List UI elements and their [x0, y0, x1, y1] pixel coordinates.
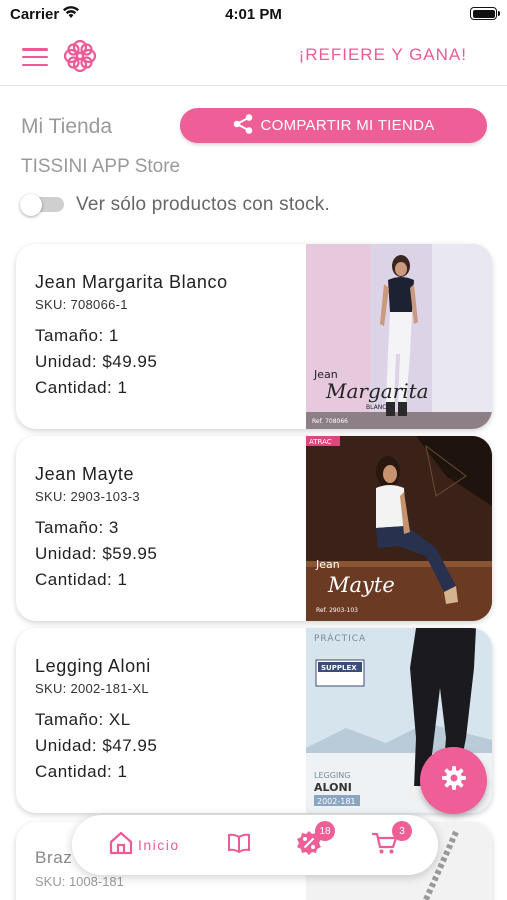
product-card[interactable]: Jean Mayte SKU: 2903-103-3 Tamaño: 3 Uni… — [16, 436, 492, 621]
product-image[interactable]: ATRAC Jean Mayte Ref. 2903-103 — [306, 436, 492, 621]
share-icon — [232, 113, 254, 139]
product-sku: SKU: 2002-181-XL — [35, 681, 149, 696]
settings-fab-button[interactable] — [420, 747, 487, 814]
product-sku: SKU: 1008-181 — [35, 874, 124, 889]
product-sku: SKU: 2903-103-3 — [35, 489, 140, 504]
product-name: Braz — [35, 848, 73, 867]
nav-cart[interactable]: 3 — [371, 815, 412, 875]
product-info: Legging Aloni SKU: 2002-181-XL Tamaño: X… — [35, 656, 305, 782]
image-ref: Ref. 2903-103 — [316, 607, 358, 614]
nav-promotions[interactable]: 18 — [296, 815, 335, 875]
store-subtitle: TISSINI APP Store — [21, 156, 181, 177]
app-header: ¡REFIERE Y GANA! — [0, 30, 507, 86]
product-sku: SKU: 708066-1 — [35, 297, 128, 312]
home-icon — [108, 831, 134, 860]
product-info: Jean Mayte SKU: 2903-103-3 Tamaño: 3 Uni… — [35, 464, 305, 590]
stock-only-label: Ver sólo productos con stock. — [76, 194, 330, 215]
product-image[interactable]: Jean Margarita BLANCO Ref. 708066 — [306, 244, 492, 429]
product-name: Jean Mayte — [35, 464, 135, 484]
promotions-badge: 18 — [315, 821, 335, 841]
product-name: Jean Margarita Blanco — [35, 272, 228, 292]
product-unit-price: Unidad: $49.95 — [35, 352, 158, 371]
image-caption-script: Mayte — [327, 573, 395, 597]
refer-and-earn-link[interactable]: ¡REFIERE Y GANA! — [299, 45, 467, 65]
image-brand: SUPPLEX — [321, 664, 357, 672]
image-caption-sub: BLANCO — [366, 404, 391, 411]
nav-catalog[interactable] — [227, 815, 251, 875]
product-size: Tamaño: 1 — [35, 326, 119, 345]
share-button-label: COMPARTIR MI TIENDA — [260, 117, 435, 134]
battery-icon — [470, 7, 500, 20]
book-icon — [227, 833, 251, 858]
product-card[interactable]: Jean Margarita Blanco SKU: 708066-1 Tama… — [16, 244, 492, 429]
nav-home[interactable]: Inicio — [108, 815, 180, 875]
status-bar: Carrier 4:01 PM — [0, 0, 507, 30]
image-caption-small: LEGGING — [314, 771, 350, 780]
product-quantity: Cantidad: 1 — [35, 378, 128, 397]
product-quantity: Cantidad: 1 — [35, 762, 128, 781]
image-caption-script: Margarita — [325, 379, 429, 403]
image-ref: Ref. 708066 — [312, 418, 348, 425]
clock-label: 4:01 PM — [225, 6, 282, 23]
image-tag: ATRAC — [309, 438, 332, 446]
hamburger-menu-icon[interactable] — [22, 46, 48, 68]
nav-home-label: Inicio — [138, 837, 180, 853]
cart-badge: 3 — [392, 821, 412, 841]
product-unit-price: Unidad: $47.95 — [35, 736, 158, 755]
bottom-navigation: Inicio 18 3 — [72, 815, 438, 875]
product-size: Tamaño: XL — [35, 710, 131, 729]
store-title: Mi Tienda — [21, 115, 113, 138]
product-size: Tamaño: 3 — [35, 518, 119, 537]
image-caption-small: Jean — [315, 558, 340, 571]
stock-only-toggle[interactable] — [20, 194, 64, 216]
product-unit-price: Unidad: $59.95 — [35, 544, 158, 563]
tissini-logo-icon[interactable] — [60, 36, 100, 76]
product-quantity: Cantidad: 1 — [35, 570, 128, 589]
product-info: Jean Margarita Blanco SKU: 708066-1 Tama… — [35, 272, 305, 398]
gear-icon — [441, 765, 467, 796]
product-name: Legging Aloni — [35, 656, 151, 676]
image-caption-big: ALONI — [314, 781, 352, 794]
image-ref: 2002-181 — [317, 797, 356, 806]
image-tag: PRÁCTICA — [314, 632, 366, 644]
share-store-button[interactable]: COMPARTIR MI TIENDA — [180, 108, 487, 143]
